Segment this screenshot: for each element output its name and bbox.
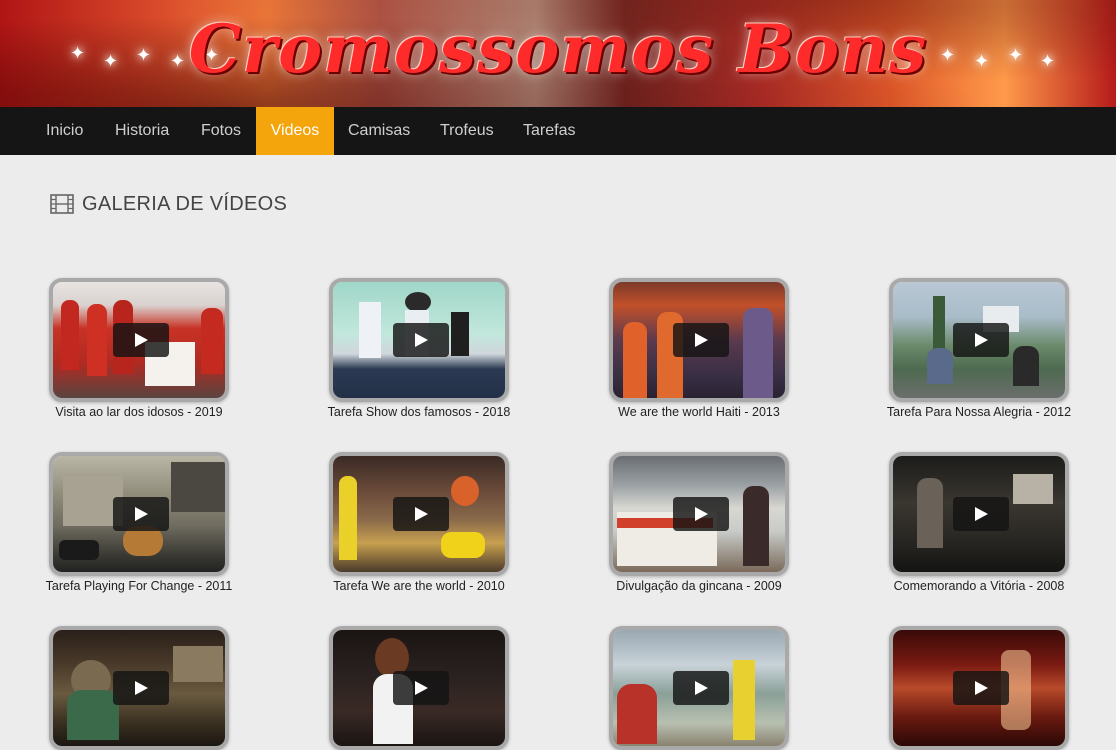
video-caption[interactable]: Visita ao lar dos idosos - 2019 <box>9 405 269 419</box>
video-thumbnail[interactable] <box>609 626 789 750</box>
play-icon[interactable] <box>393 323 449 357</box>
video-thumbnail[interactable] <box>329 278 509 402</box>
video-thumbnail[interactable] <box>49 452 229 576</box>
video-caption[interactable]: Divulgação da gincana - 2009 <box>569 579 829 593</box>
video-caption[interactable]: Tarefa We are the world - 2010 <box>289 579 549 593</box>
main-nav: Inicio Historia Fotos Videos Camisas Tro… <box>0 107 1116 155</box>
nav-item-inicio[interactable]: Inicio <box>32 107 97 155</box>
video-caption[interactable]: Tarefa Show dos famosos - 2018 <box>289 405 549 419</box>
video-thumbnail[interactable] <box>329 452 509 576</box>
play-icon[interactable] <box>113 323 169 357</box>
play-icon[interactable] <box>393 497 449 531</box>
play-icon[interactable] <box>673 323 729 357</box>
video-thumbnail[interactable] <box>49 278 229 402</box>
play-icon[interactable] <box>953 497 1009 531</box>
site-logo-title: Cromossomos Bons <box>188 10 928 88</box>
nav-item-camisas[interactable]: Camisas <box>334 107 424 155</box>
video-thumbnail[interactable] <box>49 626 229 750</box>
play-icon[interactable] <box>393 671 449 705</box>
video-thumbnail[interactable] <box>609 452 789 576</box>
play-icon[interactable] <box>113 671 169 705</box>
video-caption[interactable]: Tarefa Para Nossa Alegria - 2012 <box>849 405 1109 419</box>
nav-item-tarefas[interactable]: Tarefas <box>509 107 589 155</box>
play-icon[interactable] <box>953 671 1009 705</box>
site-banner: ✦ ✦ ✦ ✦ ✦ ✦ ✦ ✦ ✦ ✦ Cromossomos Bons <box>0 0 1116 107</box>
video-thumbnail[interactable] <box>609 278 789 402</box>
nav-item-videos[interactable]: Videos <box>256 107 334 155</box>
video-caption[interactable]: We are the world Haiti - 2013 <box>569 405 829 419</box>
video-thumbnail[interactable] <box>889 452 1069 576</box>
nav-item-historia[interactable]: Historia <box>101 107 183 155</box>
video-thumbnail[interactable] <box>329 626 509 750</box>
gallery-title: GALERIA DE VÍDEOS <box>82 192 288 215</box>
film-icon <box>50 194 74 214</box>
play-icon[interactable] <box>673 497 729 531</box>
nav-item-trofeus[interactable]: Trofeus <box>426 107 508 155</box>
video-caption[interactable]: Comemorando a Vitória - 2008 <box>849 579 1109 593</box>
gallery-heading: GALERIA DE VÍDEOS <box>50 190 287 218</box>
play-icon[interactable] <box>113 497 169 531</box>
video-thumbnail[interactable] <box>889 626 1069 750</box>
play-icon[interactable] <box>953 323 1009 357</box>
video-caption[interactable]: Tarefa Playing For Change - 2011 <box>9 579 269 593</box>
video-thumbnail[interactable] <box>889 278 1069 402</box>
play-icon[interactable] <box>673 671 729 705</box>
nav-item-fotos[interactable]: Fotos <box>187 107 255 155</box>
